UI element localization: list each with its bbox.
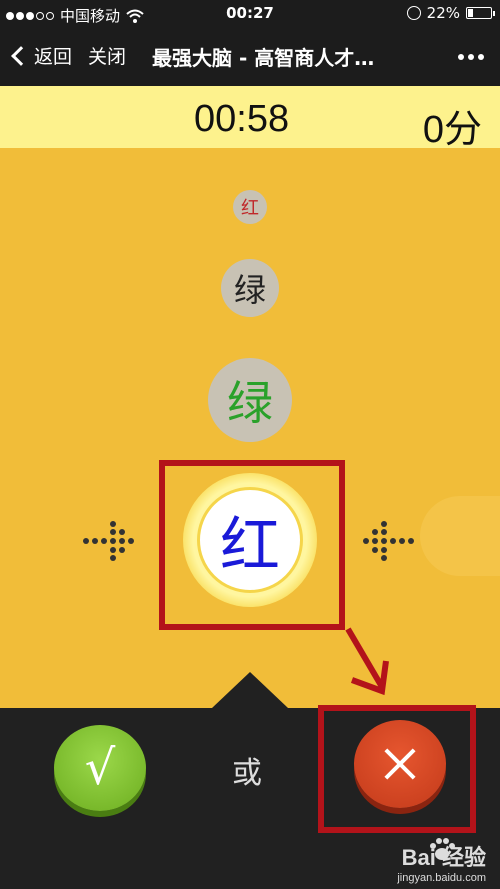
watermark: Bai 经验 jingyan.baidu.com xyxy=(397,840,486,884)
queued-word-1: 红 xyxy=(233,190,267,224)
watermark-url: jingyan.baidu.com xyxy=(397,872,486,884)
queued-word-2: 绿 xyxy=(221,259,279,317)
play-field: 红 绿 绿 红 xyxy=(0,148,500,708)
chevron-left-icon xyxy=(11,45,31,66)
arrow-left-dots-icon xyxy=(363,521,419,561)
score-value: 0分 xyxy=(422,109,482,151)
arrow-right-dots-icon xyxy=(83,521,139,561)
close-button[interactable]: 关闭 xyxy=(88,42,126,69)
back-label: 返回 xyxy=(34,46,73,68)
queued-word-3: 绿 xyxy=(208,358,292,442)
page-title: 最强大脑 - 高智商人才… xyxy=(152,46,375,70)
status-right: 22% xyxy=(406,4,495,22)
status-bar: 中国移动 00:27 22% xyxy=(0,0,500,28)
more-menu-icon[interactable] xyxy=(458,54,484,60)
pointer-notch xyxy=(212,672,288,708)
app-screen: 中国移动 00:27 22% 返回 关闭 最强大脑 - 高智商人才… 00:58… xyxy=(0,0,500,889)
or-label: 或 xyxy=(232,756,262,791)
correct-button[interactable]: √ xyxy=(54,725,146,811)
annotation-arrow-icon xyxy=(345,627,389,696)
countdown-timer: 00:58 xyxy=(194,98,290,140)
battery-percent: 22% xyxy=(426,4,460,22)
score-bar: 00:58 0分 xyxy=(0,86,500,151)
highlight-box-current-word xyxy=(159,460,345,630)
rotation-lock-icon xyxy=(406,6,421,20)
nav-bar: 返回 关闭 最强大脑 - 高智商人才… xyxy=(0,28,500,86)
highlight-box-wrong-button xyxy=(318,705,476,833)
battery-icon xyxy=(466,7,495,19)
check-icon: √ xyxy=(84,740,116,796)
back-button[interactable]: 返回 xyxy=(10,42,72,69)
offscreen-word-shadow xyxy=(420,496,500,576)
watermark-brand: Bai 经验 xyxy=(401,845,486,870)
